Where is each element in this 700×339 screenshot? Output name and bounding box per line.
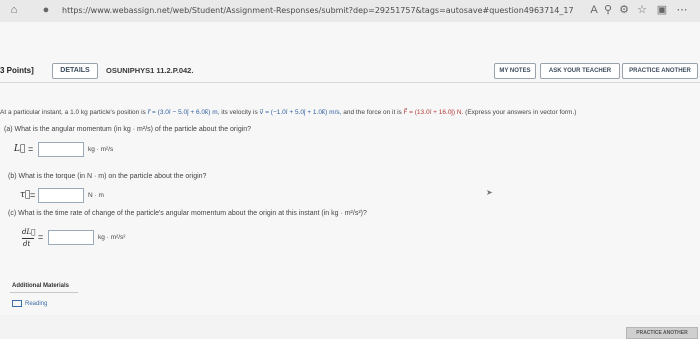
part-c-equals: = [38,232,44,242]
zoom-icon[interactable]: ⚲ [602,4,614,16]
reading-label: Reading [25,301,48,308]
extensions-icon[interactable]: ⚙ [618,4,630,16]
statement-prefix: At a particular instant, a 1.0 kg partic… [0,109,146,116]
reading-link[interactable]: Reading [12,300,47,307]
details-button[interactable]: DETAILS [52,63,98,79]
browser-toolbar: ⌂ ● https://www.webassign.net/web/Studen… [0,0,700,23]
practice-another-button-bottom[interactable]: PRACTICE ANOTHER [626,327,698,339]
problem-statement: At a particular instant, a 1.0 kg partic… [0,108,700,116]
part-c-question: (c) What is the time rate of change of t… [8,210,367,217]
velocity-text: its velocity is [221,109,258,116]
practice-another-button[interactable]: PRACTICE ANOTHER [622,63,698,79]
position-vector: r⃗ = (3.0î − 5.0ĵ + 6.0k̂) m, [147,109,220,116]
collections-icon[interactable]: ▣ [656,4,668,16]
settings-icon[interactable]: ⋯ [676,4,688,16]
points-label: 3 Points] [0,66,34,75]
part-a-question: (a) What is the angular momentum (in kg … [4,126,252,133]
part-a-unit: kg · m²/s [88,146,114,153]
assignment-page: 3 Points] DETAILS OSUNIPHYS1 11.2.P.042.… [0,22,700,339]
part-b-unit: N · m [88,192,104,199]
part-b-question: (b) What is the torque (in N · m) on the… [8,173,207,180]
ask-teacher-button[interactable]: ASK YOUR TEACHER [540,63,620,79]
question-header: 3 Points] DETAILS OSUNIPHYS1 11.2.P.042.… [0,62,700,83]
part-b-equals: = [30,190,36,200]
part-a-symbol: L⃗ [14,144,26,154]
part-a-equals: = [28,144,34,154]
force-text: and the force on it is [343,109,402,116]
cursor-icon: ➤ [486,188,493,197]
part-c-input[interactable] [48,230,94,245]
velocity-vector: v⃗ = (−1.0î + 5.0ĵ + 1.0k̂) m/s, [259,109,342,116]
part-c-symbol-bottom: dt [23,240,31,248]
part-b-symbol: τ⃗ [20,190,31,200]
home-icon[interactable]: ⌂ [8,4,20,16]
part-c-unit: kg · m²/s² [98,234,126,241]
my-notes-button[interactable]: MY NOTES [494,63,536,79]
additional-materials-header: Additional Materials [10,280,78,293]
part-c-symbol-top: dL⃗ [22,228,36,236]
address-bar[interactable]: https://www.webassign.net/web/Student/As… [62,4,574,17]
vector-note: (Express your answers in vector form.) [465,109,577,116]
lock-icon[interactable]: ● [40,4,52,16]
problem-id: OSUNIPHYS1 11.2.P.042. [106,66,194,75]
force-vector: F⃗ = (13.0î + 16.0ĵ) N. [403,109,464,116]
part-a-input[interactable] [38,142,84,157]
book-icon [12,300,22,307]
favorites-icon[interactable]: ☆ [636,4,648,16]
part-b-input[interactable] [38,188,84,203]
read-aloud-icon[interactable]: A [588,4,600,16]
fraction-bar [22,238,34,239]
